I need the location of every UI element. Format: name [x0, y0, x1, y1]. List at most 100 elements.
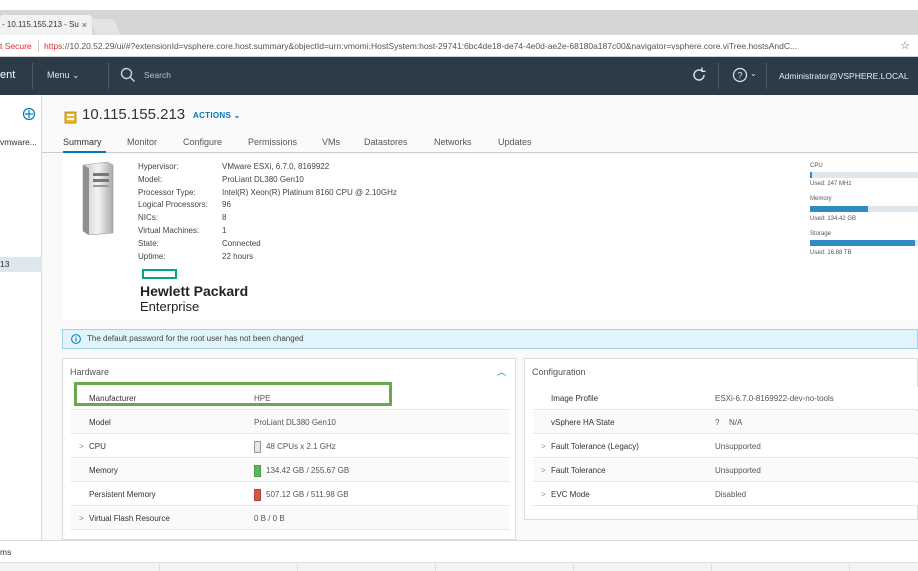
browser-tabbar: - 10.115.155.213 - Su × — [0, 10, 918, 35]
tab-datastores[interactable]: Datastores — [364, 137, 408, 147]
spec-label: Model: — [138, 174, 163, 184]
header-divider — [766, 63, 767, 89]
browser-tab[interactable]: - 10.115.155.213 - Su × — [0, 15, 92, 35]
persistent-memory-gauge-icon — [254, 489, 261, 501]
spec-value: VMware ESXi, 6.7.0, 8169922 — [222, 162, 330, 171]
spec-value: 8 — [222, 213, 227, 223]
nav-item-selected-host[interactable]: 13 — [0, 257, 42, 272]
row-label: Fault Tolerance — [551, 466, 606, 475]
nav-item-label: 13 — [0, 259, 10, 269]
storage-label: Storage — [810, 231, 832, 237]
recent-tasks-label: ms — [0, 547, 12, 557]
tab-permissions[interactable]: Permissions — [248, 137, 297, 147]
server-tower-icon — [82, 161, 114, 235]
tab-summary[interactable]: Summary — [63, 137, 102, 147]
address-bar[interactable]: t Secure https://10.20.52.29/ui/#?extens… — [0, 35, 918, 57]
configuration-row-ft[interactable]: > Fault Tolerance Unsupported — [533, 459, 918, 482]
alert-banner: The default password for the root user h… — [62, 329, 918, 349]
info-icon — [71, 334, 81, 344]
configuration-card: Configuration Image Profile ESXi-6.7.0-8… — [524, 358, 918, 520]
configuration-row-evc[interactable]: > EVC Mode Disabled — [533, 483, 918, 506]
chevron-up-icon[interactable]: ︿ — [497, 365, 506, 378]
chevron-down-icon[interactable]: ⌄ — [750, 69, 757, 78]
row-value: 48 CPUs x 2.1 GHz — [266, 442, 336, 451]
tasks-table-header — [0, 562, 918, 571]
search-input[interactable]: Search — [144, 70, 171, 80]
memory-bar-fill — [810, 206, 869, 212]
tasks-column[interactable] — [720, 564, 850, 571]
star-icon[interactable]: ☆ — [900, 35, 910, 56]
recent-tasks-bar[interactable]: ms — [0, 540, 918, 562]
chevron-right-icon[interactable]: > — [79, 507, 84, 530]
actions-button[interactable]: ACTIONS ⌄ — [193, 111, 241, 120]
cpu-gauge-icon — [254, 441, 261, 453]
new-tab-button[interactable] — [90, 19, 120, 35]
tasks-column[interactable] — [30, 564, 160, 571]
tasks-column[interactable] — [444, 564, 574, 571]
host-tree-icon[interactable] — [22, 107, 36, 121]
header-divider — [108, 63, 109, 89]
user-menu[interactable]: Administrator@VSPHERE.LOCAL — [779, 71, 909, 81]
chevron-down-icon: ⌄ — [72, 70, 80, 80]
chevron-right-icon[interactable]: > — [541, 483, 546, 506]
close-icon[interactable]: × — [82, 15, 87, 35]
tab-updates[interactable]: Updates — [498, 137, 532, 147]
hpe-logo-text-2: Enterprise — [140, 299, 200, 314]
spec-value: Intel(R) Xeon(R) Platinum 8160 CPU @ 2.1… — [222, 187, 397, 197]
hardware-row-cpu[interactable]: > CPU 48 CPUs x 2.1 GHz — [71, 435, 509, 458]
search-icon[interactable] — [120, 67, 136, 83]
tab-vms[interactable]: VMs — [322, 137, 340, 147]
chevron-right-icon[interactable]: > — [79, 435, 84, 458]
spec-label: NICs: — [138, 213, 158, 223]
configuration-title: Configuration — [532, 367, 586, 377]
url-text[interactable]: https://10.20.52.29/ui/#?extensionId=vsp… — [44, 35, 894, 56]
address-divider — [38, 40, 39, 52]
refresh-icon[interactable] — [690, 66, 708, 84]
url-scheme: https: — [44, 41, 65, 51]
cpu-label: CPU — [810, 163, 823, 169]
navigator-panel: vmware... 13 — [0, 95, 42, 540]
help-icon[interactable]: ? — [732, 67, 748, 83]
menu-button[interactable]: Menu ⌄ — [47, 70, 80, 81]
tab-monitor[interactable]: Monitor — [127, 137, 157, 147]
spec-value: 22 hours — [222, 251, 254, 261]
browser-tab-title: - 10.115.155.213 - Su — [2, 20, 79, 29]
row-value: N/A — [729, 418, 743, 427]
tab-configure[interactable]: Configure — [183, 137, 222, 147]
hardware-row-flash[interactable]: > Virtual Flash Resource 0 B / 0 B — [71, 507, 509, 530]
row-label: Memory — [89, 466, 118, 475]
row-value: 0 B / 0 B — [254, 514, 285, 523]
row-value: 134.42 GB / 255.67 GB — [266, 466, 350, 475]
spec-value: ProLiant DL380 Gen10 — [222, 174, 304, 184]
row-label: CPU — [89, 442, 106, 451]
vsphere-header: ent Menu ⌄ Search ? ⌄ Administrator@VSPH… — [0, 57, 918, 95]
row-label: vSphere HA State — [551, 418, 615, 427]
not-secure-label[interactable]: t Secure — [0, 35, 32, 56]
storage-bar-fill — [810, 240, 915, 246]
tab-bar: Summary Monitor Configure Permissions VM… — [42, 133, 918, 153]
hpe-logo-text: Hewlett Packard — [140, 283, 249, 299]
tasks-column[interactable] — [306, 564, 436, 571]
spec-value: Connected — [222, 238, 261, 248]
row-label: Virtual Flash Resource — [89, 514, 170, 523]
row-value: Unsupported — [715, 442, 761, 451]
tasks-column[interactable] — [168, 564, 298, 571]
configuration-row-ft-legacy[interactable]: > Fault Tolerance (Legacy) Unsupported — [533, 435, 918, 458]
nav-item-vmware[interactable]: vmware... — [0, 137, 37, 147]
top-strip — [0, 0, 918, 10]
row-value: Disabled — [715, 490, 747, 499]
tasks-column[interactable] — [582, 564, 712, 571]
row-value: ProLiant DL380 Gen10 — [254, 418, 336, 427]
memory-label: Memory — [810, 196, 832, 202]
spec-label: Processor Type: — [138, 187, 196, 197]
memory-used: Used: 134.42 GB — [810, 216, 857, 222]
header-divider — [32, 63, 33, 89]
storage-bar — [810, 240, 918, 246]
actions-label: ACTIONS — [193, 111, 232, 120]
chevron-right-icon[interactable]: > — [541, 435, 546, 458]
tab-networks[interactable]: Networks — [434, 137, 472, 147]
persistent-memory-highlight — [74, 382, 392, 406]
spec-label: State: — [138, 238, 159, 248]
chevron-right-icon[interactable]: > — [541, 459, 546, 482]
main-content: 10.115.155.213 ACTIONS ⌄ Summary Monitor… — [42, 95, 918, 540]
